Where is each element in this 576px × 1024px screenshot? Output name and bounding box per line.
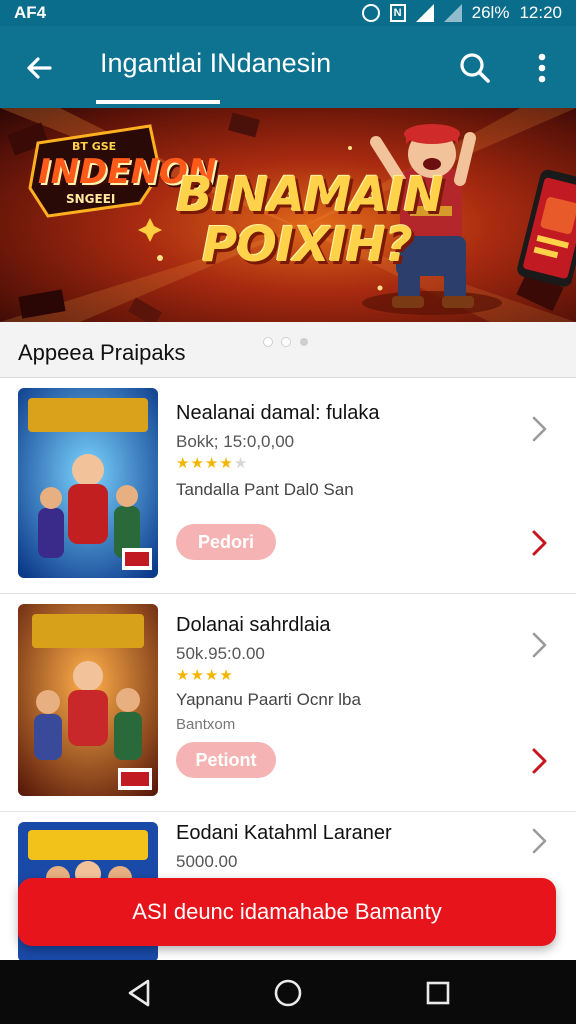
star-half-icon: ★ bbox=[219, 667, 234, 684]
promo-banner[interactable]: BT GSE INDENON SNGEEI BINAMAIN POIXIH? bbox=[0, 108, 576, 322]
banner-headline-line1: BINAMAIN bbox=[176, 167, 444, 223]
item-price: Bokk; 15:0,0,00 bbox=[176, 432, 295, 451]
item-subtitle: Bantxom bbox=[176, 716, 236, 733]
item-title: Eodani Katahml Laraner bbox=[176, 822, 392, 844]
nav-recents-icon[interactable] bbox=[421, 976, 455, 1010]
carousel-dot[interactable] bbox=[264, 338, 272, 346]
app-bar: Ingantlai INdanesin bbox=[0, 26, 576, 108]
back-button[interactable] bbox=[20, 48, 60, 88]
chevron-right-icon[interactable] bbox=[528, 414, 550, 444]
item-rating: ★★★★★ bbox=[176, 454, 248, 472]
search-icon bbox=[460, 53, 490, 83]
star-icon: ★ bbox=[204, 455, 220, 472]
clock: 12:20 bbox=[519, 3, 562, 22]
item-description: Yapnanu Paarti Ocnr lba bbox=[176, 690, 361, 709]
item-title: Dolanai sahrdlaia bbox=[176, 614, 331, 636]
item-thumbnail bbox=[18, 604, 158, 796]
banner-logo-subtitle: SNGEEI bbox=[66, 192, 116, 206]
list-item[interactable]: Nealanai damal: fulaka Bokk; 15:0,0,00 ★… bbox=[0, 378, 576, 594]
game-cover-image bbox=[18, 604, 158, 796]
item-thumbnail bbox=[18, 388, 158, 578]
item-rating: ★★★★★ bbox=[176, 666, 248, 684]
nav-back-icon[interactable] bbox=[122, 976, 156, 1010]
item-price: 5000.00 bbox=[176, 852, 238, 871]
primary-cta-button[interactable]: ASI deunc idamahabe Bamanty bbox=[18, 878, 556, 946]
title-tab-indicator bbox=[96, 100, 220, 104]
game-cover-image bbox=[18, 388, 158, 578]
battery-text: 26l% bbox=[471, 3, 510, 22]
chevron-right-red-icon[interactable] bbox=[528, 528, 550, 558]
star-icon: ★ bbox=[176, 667, 191, 684]
cell-signal-icon bbox=[443, 4, 462, 22]
system-nav-bar bbox=[0, 960, 576, 1024]
back-arrow-icon bbox=[27, 57, 52, 79]
alarm-icon bbox=[361, 4, 380, 22]
status-bar: AF4 N 26l% 12:20 bbox=[0, 0, 576, 26]
page-title: Ingantlai INdanesin bbox=[100, 48, 332, 78]
banner-headline: BINAMAIN POIXIH? bbox=[176, 167, 444, 273]
nfc-icon: N bbox=[389, 4, 406, 22]
star-icon: ★ bbox=[176, 455, 191, 472]
list-item[interactable]: Dolanai sahrdlaia 50k.95:0.00 ★★★★★ Yapn… bbox=[0, 594, 576, 812]
item-action-button[interactable]: Pedori bbox=[176, 524, 276, 560]
carousel-dot[interactable] bbox=[300, 338, 308, 346]
item-title: Nealanai damal: fulaka bbox=[176, 402, 380, 424]
carousel-indicator bbox=[264, 338, 308, 346]
star-empty-icon: ★ bbox=[233, 455, 249, 472]
star-icon: ★ bbox=[204, 667, 220, 684]
chevron-right-icon[interactable] bbox=[528, 630, 550, 660]
chevron-right-icon[interactable] bbox=[528, 826, 550, 856]
banner-headline-line2: POIXIH? bbox=[202, 217, 413, 273]
more-options-button[interactable] bbox=[525, 48, 559, 88]
wifi-signal-icon bbox=[415, 4, 434, 22]
nav-home-icon[interactable] bbox=[271, 976, 305, 1010]
star-half-icon: ★ bbox=[219, 455, 234, 472]
item-price: 50k.95:0.00 bbox=[176, 644, 265, 663]
carousel-dot[interactable] bbox=[282, 338, 290, 346]
section-title: Appeea Praipaks bbox=[18, 340, 186, 365]
more-vert-icon bbox=[538, 53, 546, 83]
item-action-button[interactable]: Petiont bbox=[176, 742, 276, 778]
status-left-text: AF4 bbox=[14, 3, 47, 22]
status-icons: N 26l% 12:20 bbox=[361, 3, 562, 23]
star-icon: ★ bbox=[190, 455, 205, 472]
item-description: Tandalla Pant Dal0 San bbox=[176, 480, 354, 499]
star-icon: ★ bbox=[190, 667, 205, 684]
chevron-right-red-icon[interactable] bbox=[528, 746, 550, 776]
search-button[interactable] bbox=[455, 48, 495, 88]
section-header: Appeea Praipaks bbox=[0, 322, 576, 378]
